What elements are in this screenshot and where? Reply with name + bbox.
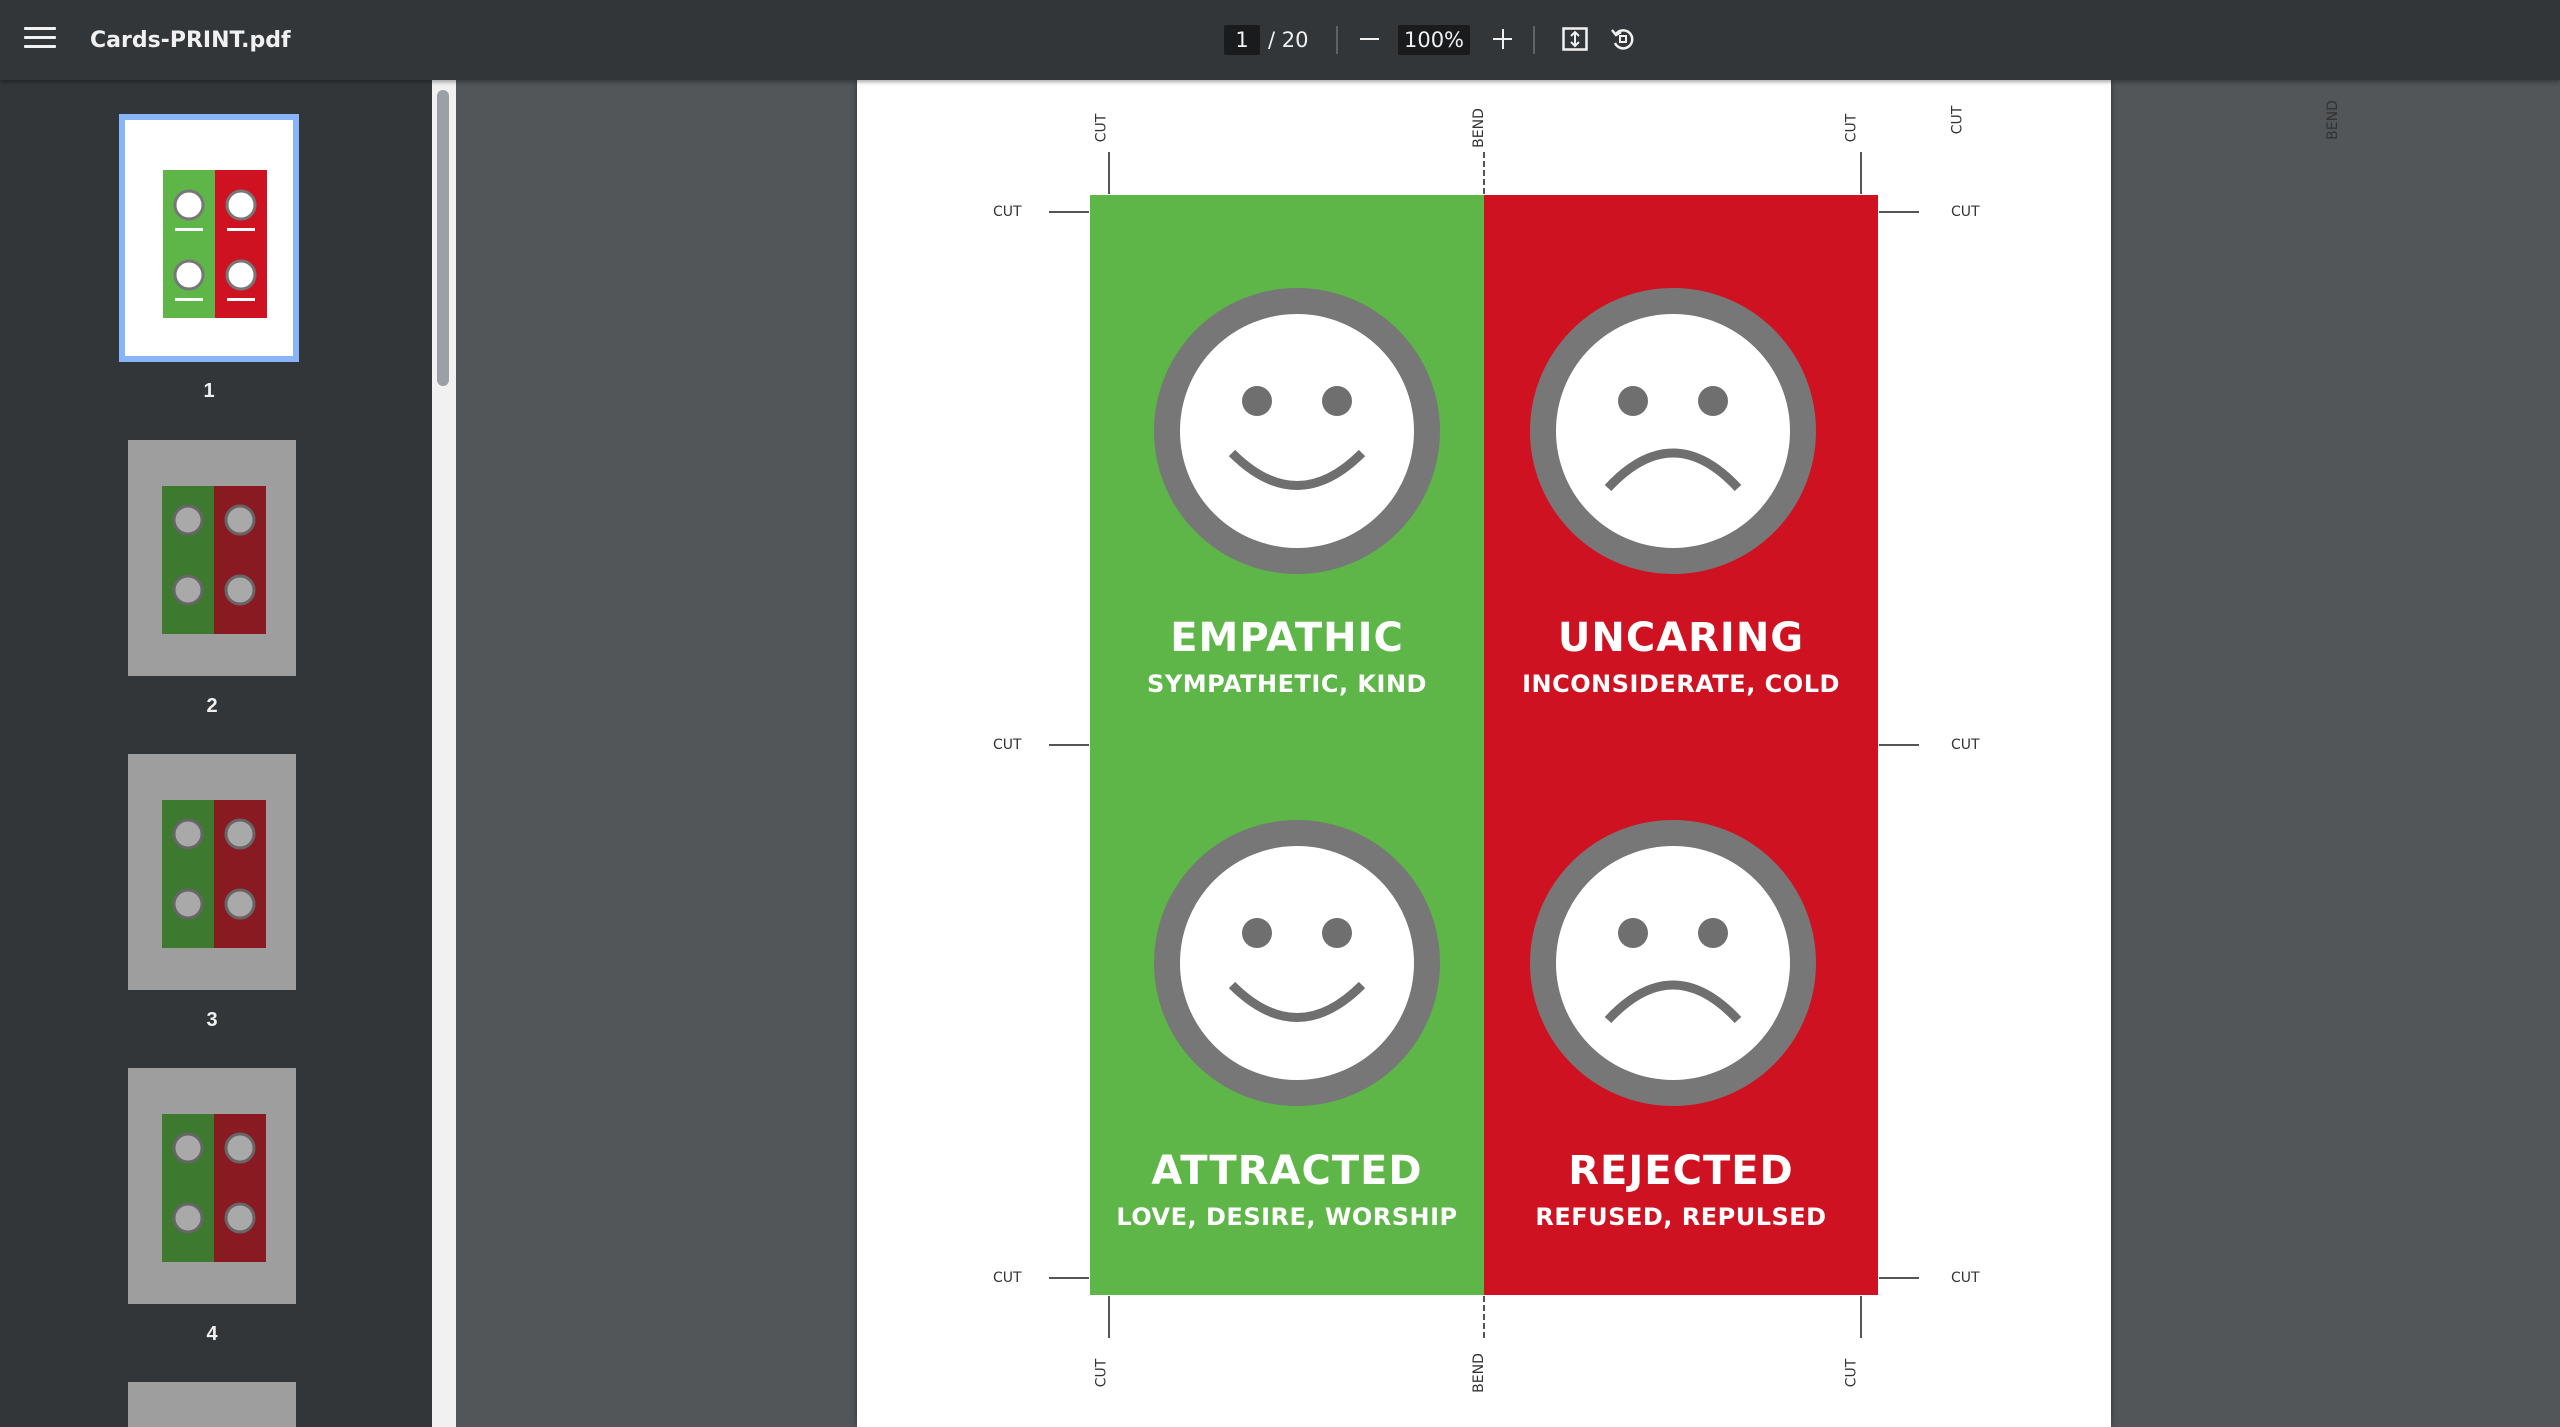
- cut-line: [1860, 1296, 1862, 1338]
- toolbar-divider: [1336, 26, 1338, 54]
- cut-mark-label: CUT: [1093, 1358, 1110, 1388]
- thumbnail-frame: [128, 1068, 296, 1304]
- thumbnail-frame: [128, 1382, 296, 1427]
- thumbnail-label: 3: [206, 1009, 218, 1031]
- bend-mark-label: BEND: [1470, 108, 1487, 148]
- fit-to-page-icon[interactable]: [1562, 27, 1588, 51]
- cut-line: [1879, 1277, 1919, 1279]
- frown-face-icon: [1530, 288, 1816, 574]
- cut-line: [1879, 211, 1919, 213]
- bend-mark-label: BEND: [1470, 1353, 1487, 1393]
- bend-line: [1483, 152, 1485, 194]
- cut-mark-label: CUT: [1949, 105, 1966, 135]
- cut-line: [1108, 152, 1110, 194]
- cut-mark-label: CUT: [1951, 737, 1980, 753]
- zoom-level-input[interactable]: 100%: [1398, 25, 1470, 55]
- page-total: / 20: [1268, 28, 1309, 52]
- bend-mark-label: BEND: [2324, 100, 2341, 140]
- cut-mark-label: CUT: [1951, 204, 1980, 220]
- cut-line: [1049, 211, 1089, 213]
- bend-line: [1483, 1296, 1485, 1338]
- card-subtitle: INCONSIDERATE, COLD: [1522, 670, 1840, 698]
- thumbnail-label: 1: [203, 380, 215, 402]
- pdf-page: CUT BEND CUT: [857, 80, 2341, 1427]
- card-title: REJECTED: [1568, 1148, 1794, 1194]
- cut-mark-label: CUT: [1843, 1358, 1860, 1388]
- cut-mark-label: CUT: [993, 1270, 1022, 1286]
- cut-mark-label: CUT: [1093, 113, 1110, 143]
- cut-line: [1879, 744, 1919, 746]
- cut-line: [1049, 744, 1089, 746]
- card-title: ATTRACTED: [1151, 1148, 1423, 1194]
- smile-face-icon: [1154, 820, 1440, 1106]
- smile-face-icon: [1154, 288, 1440, 574]
- toolbar-divider: [1533, 26, 1535, 54]
- frown-face-icon: [1530, 820, 1816, 1106]
- thumbnail-frame: [119, 114, 299, 362]
- card-subtitle: LOVE, DESIRE, WORSHIP: [1116, 1203, 1458, 1231]
- cut-mark-label: CUT: [1951, 1270, 1980, 1286]
- cut-mark-label: CUT: [993, 737, 1022, 753]
- cut-line: [1108, 1296, 1110, 1338]
- thumbnail-sidebar: 1 2 3 4: [0, 80, 456, 1427]
- pdf-toolbar: Cards-PRINT.pdf 1 / 20 100%: [0, 0, 2560, 80]
- cut-line: [1860, 152, 1862, 194]
- rotate-icon[interactable]: [1610, 26, 1636, 52]
- thumbnail-frame: [128, 754, 296, 990]
- thumbnail-label: 2: [206, 695, 218, 717]
- menu-icon[interactable]: [24, 27, 56, 53]
- thumbnail-frame: [128, 440, 296, 676]
- thumbnail-label: 4: [206, 1323, 218, 1345]
- zoom-in-icon[interactable]: [1488, 24, 1518, 54]
- page-number-input[interactable]: 1: [1224, 25, 1260, 55]
- zoom-out-icon[interactable]: [1355, 24, 1385, 54]
- card-title: UNCARING: [1557, 615, 1805, 661]
- cut-mark-label: CUT: [993, 204, 1022, 220]
- card-subtitle: SYMPATHETIC, KIND: [1147, 670, 1427, 698]
- card-title: EMPATHIC: [1170, 615, 1404, 661]
- cut-mark-label: CUT: [1843, 113, 1860, 143]
- sidebar-scrollbar-thumb[interactable]: [437, 90, 449, 386]
- card-subtitle: REFUSED, REPULSED: [1535, 1203, 1827, 1231]
- cut-line: [1049, 1277, 1089, 1279]
- document-title: Cards-PRINT.pdf: [90, 28, 291, 53]
